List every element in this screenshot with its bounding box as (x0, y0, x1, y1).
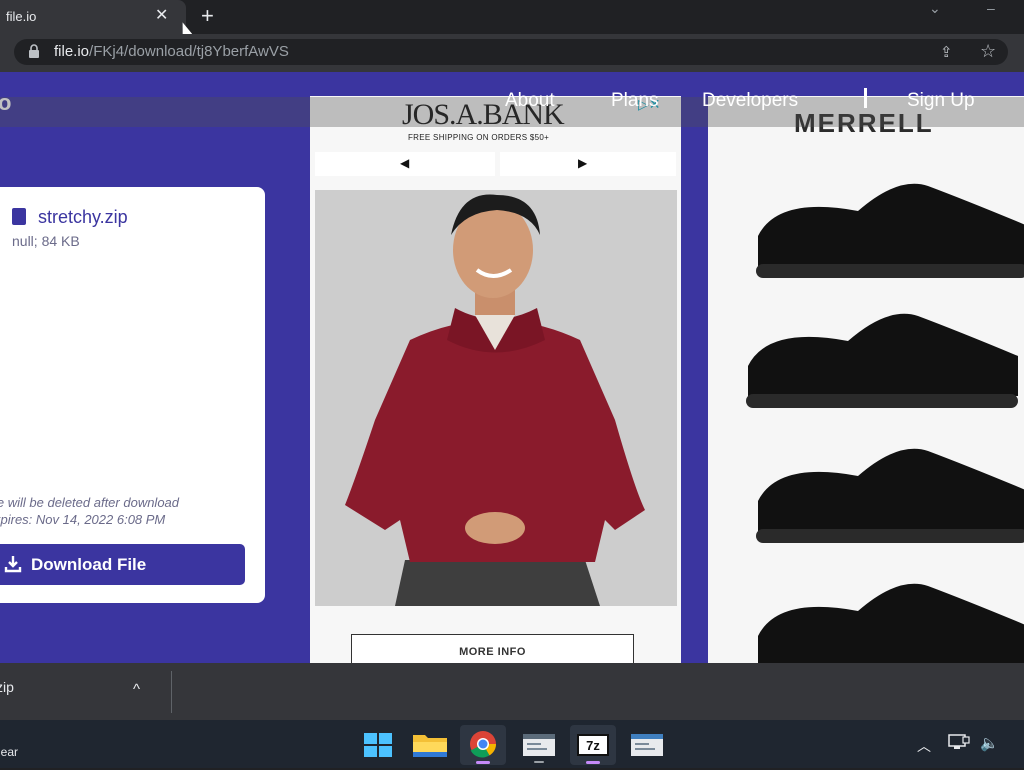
tab-title: file.io (6, 9, 37, 24)
ad-tagline: FREE SHIPPING ON ORDERS $50+ (408, 133, 550, 142)
download-label: Download File (31, 555, 147, 574)
prev-arrow-icon: ◀ (400, 156, 410, 170)
folder-icon (413, 735, 447, 757)
minimize-icon[interactable]: – (987, 0, 995, 16)
ad-merrell[interactable]: MERRELL (708, 96, 1024, 663)
volume-icon[interactable]: 🔈 (980, 734, 999, 752)
nav-developers-link[interactable]: Developers (702, 90, 798, 112)
close-tab-icon[interactable]: ✕ (155, 7, 168, 25)
url-path: /FKj4/download/tj8YberfAwVS (89, 43, 289, 60)
7zip-icon: 7z (577, 734, 609, 764)
windows-start-icon (364, 733, 392, 757)
tab-file-io[interactable]: file.io ✕ (0, 0, 186, 34)
new-tab-button[interactable]: + (201, 4, 214, 28)
delete-notice: le will be deleted after download (0, 495, 180, 510)
download-file-button[interactable]: Download File (0, 544, 245, 585)
chrome-taskbar-button[interactable] (460, 725, 506, 765)
expiry-notice: xpires: Nov 14, 2022 6:08 PM (0, 512, 166, 527)
lock-icon[interactable] (28, 44, 40, 58)
share-icon[interactable]: ⇪ (940, 43, 953, 61)
url-host: file.io (54, 43, 90, 60)
7zip-taskbar-button[interactable]: 7z (570, 725, 616, 765)
download-item-label[interactable]: zip (0, 679, 14, 695)
shelf-separator (171, 671, 172, 713)
tab-search-icon[interactable]: ⌄ (929, 0, 941, 17)
taskbar (0, 720, 1024, 768)
bookmark-star-icon[interactable]: ☆ (980, 41, 996, 62)
next-arrow-icon: ▶ (578, 156, 588, 170)
app-taskbar-button[interactable] (516, 725, 562, 765)
download-icon (4, 556, 22, 573)
file-icon (12, 208, 26, 225)
ad-prev-button[interactable]: ◀ (315, 152, 495, 176)
chrome-icon (470, 731, 497, 764)
app-taskbar-button-2[interactable] (624, 725, 670, 765)
ad-next-button[interactable]: ▶ (500, 152, 676, 176)
url-text[interactable]: file.io/FKj4/download/tj8YberfAwVS (54, 43, 289, 60)
ad-photo-man-sweater[interactable] (315, 190, 677, 606)
file-card: stretchy.zip null; 84 KB le will be dele… (0, 187, 265, 603)
app-window-icon-2 (631, 734, 663, 756)
nav-plans-link[interactable]: Plans (611, 90, 659, 112)
man-in-sweater-image (315, 190, 677, 606)
file-meta: null; 84 KB (12, 233, 80, 249)
nav-divider (864, 88, 867, 108)
network-icon[interactable] (948, 734, 970, 750)
svg-text:7z: 7z (586, 738, 600, 753)
tray-overflow-icon[interactable]: ︿ (917, 736, 931, 756)
file-name: stretchy.zip (38, 207, 128, 227)
start-button[interactable] (355, 725, 401, 765)
page-content: o stretchy.zip null; 84 KB le will be de… (0, 72, 1024, 663)
shoe-images (746, 183, 1024, 663)
nav-about-link[interactable]: About (505, 90, 555, 112)
app-window-icon (523, 734, 555, 763)
taskbar-widget-label[interactable]: lear (0, 745, 18, 759)
file-explorer-button[interactable] (407, 725, 453, 765)
downloads-shelf (0, 663, 1024, 720)
nav-signup-link[interactable]: Sign Up (907, 90, 975, 112)
ad-jos-a-bank[interactable]: JOS.A.BANK FREE SHIPPING ON ORDERS $50+ … (310, 96, 681, 663)
more-info-button[interactable]: MORE INFO (351, 634, 634, 663)
chevron-up-icon[interactable]: ^ (133, 681, 140, 698)
